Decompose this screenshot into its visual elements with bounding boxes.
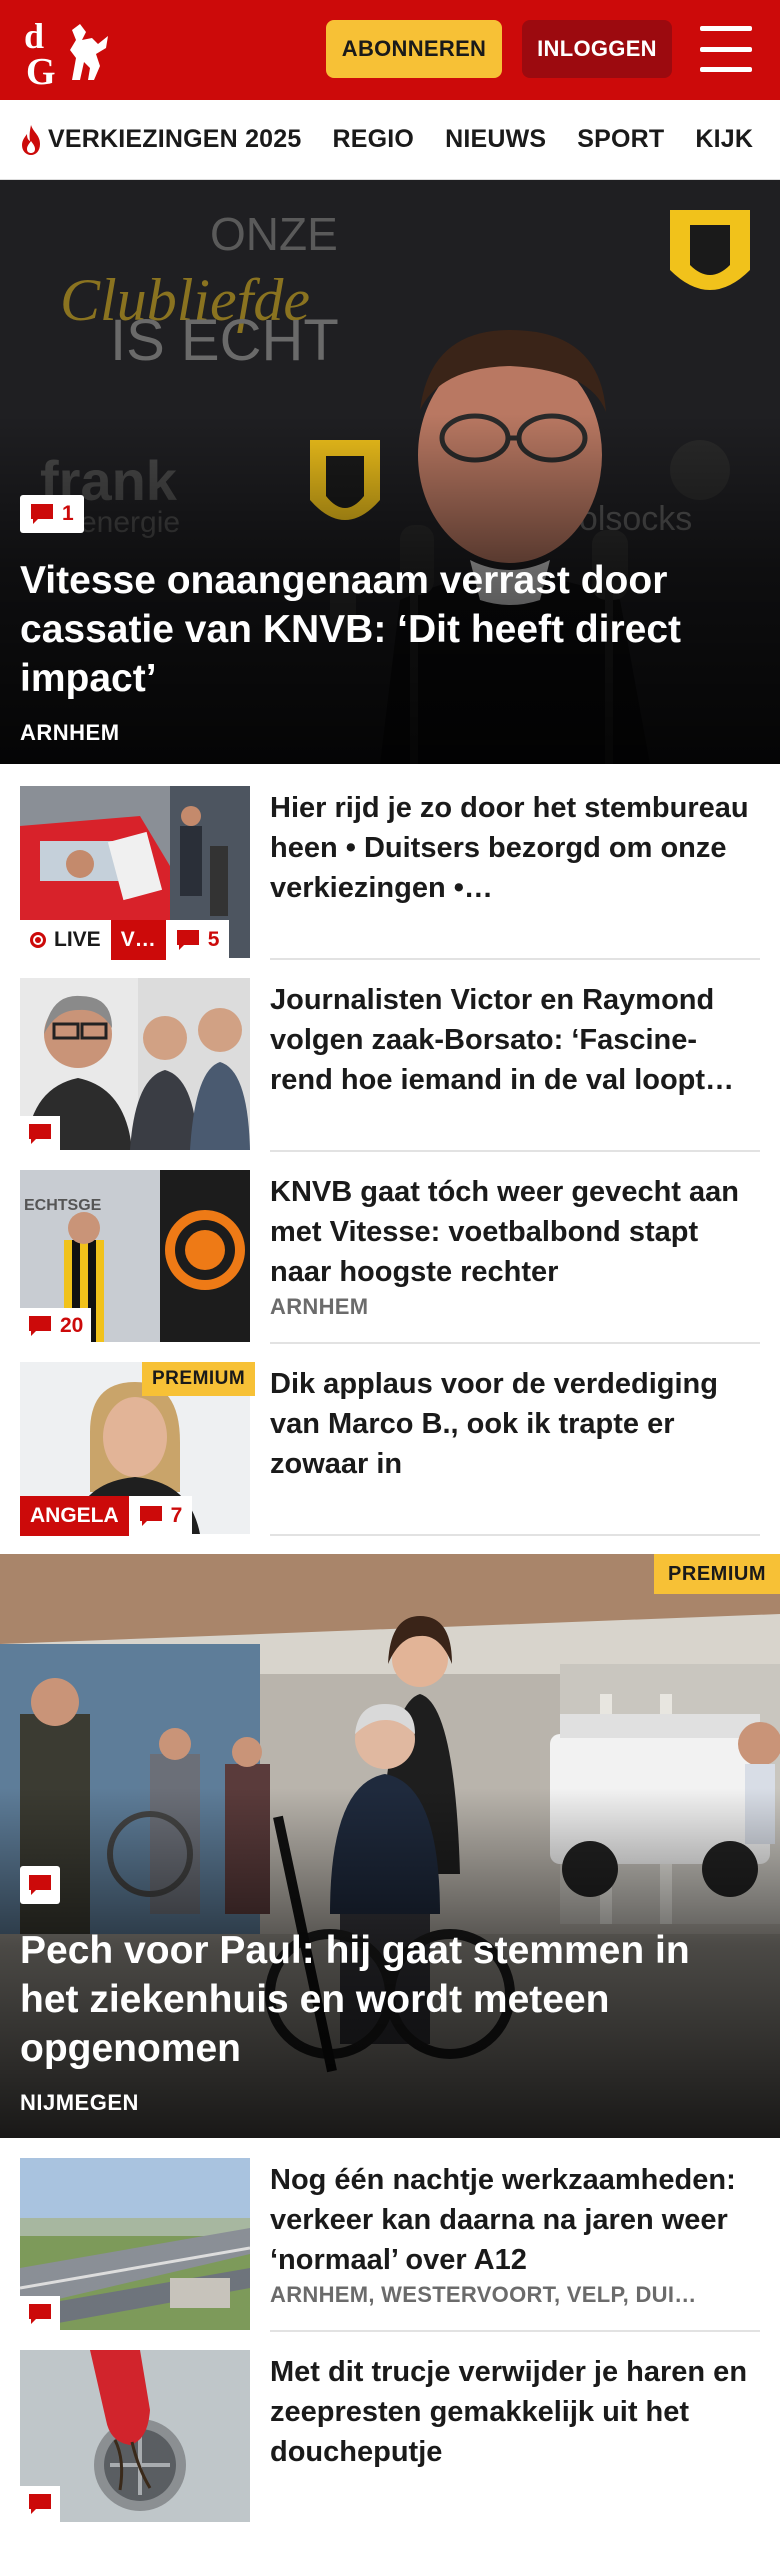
menu-icon[interactable] — [700, 26, 752, 72]
nav-item-kijk[interactable]: KIJK — [695, 125, 753, 154]
login-button[interactable]: INLOGGEN — [522, 20, 672, 78]
article-title[interactable]: Met dit trucje verwijder je haren en zee… — [270, 2352, 750, 2472]
comment-icon — [29, 1124, 51, 1144]
divider — [270, 1150, 760, 1152]
comment-number: 5 — [207, 928, 220, 951]
divider — [270, 958, 760, 960]
author-tag: ANGELA — [20, 1496, 129, 1536]
nav-item-verkiezingen[interactable]: VERKIEZINGEN 2025 — [18, 123, 302, 157]
live-tag-bar: LIVE V… 5 — [20, 920, 230, 960]
comment-icon — [29, 2494, 51, 2514]
hero-article[interactable]: ONZE Clubliefde IS ECHT frank energie oo… — [0, 180, 780, 764]
article-title[interactable]: Journalisten Victor en Raymond volgen za… — [270, 980, 750, 1100]
premium-badge: PREMIUM — [142, 1362, 256, 1396]
nav-item-sport[interactable]: SPORT — [577, 125, 664, 154]
nav-label: VERKIEZINGEN 2025 — [48, 125, 302, 153]
hero-title[interactable]: Pech voor Paul: hij gaat stemmen in het … — [20, 1926, 750, 2073]
top-bar: d G ABONNEREN INLOGGEN — [0, 0, 780, 100]
list-item[interactable]: ECHTSGE 20 KNVB gaat tóch weer gevecht a… — [20, 1170, 760, 1344]
logo[interactable]: d G — [22, 14, 118, 88]
hero-location: ARNHEM — [20, 720, 120, 745]
svg-text:G: G — [26, 51, 56, 88]
premium-badge: PREMIUM — [654, 1554, 780, 1594]
comment-count: 5 — [165, 920, 230, 960]
topic-tag: V… — [110, 920, 166, 960]
comment-number: 7 — [170, 1504, 183, 1527]
list-item[interactable]: PREMIUM ANGELA 7 Dik applaus voor de ver… — [20, 1362, 760, 1536]
svg-text:ECHTSGE: ECHTSGE — [24, 1197, 102, 1214]
comment-count: 20 — [20, 1308, 92, 1344]
comment-number: 1 — [62, 502, 74, 525]
backdrop-text: IS ECHT — [110, 308, 339, 373]
divider — [270, 1534, 760, 1536]
section-nav: VERKIEZINGEN 2025 REGIO NIEUWS SPORT KIJ… — [0, 100, 780, 180]
live-text: LIVE — [54, 928, 101, 951]
live-icon — [30, 932, 46, 948]
divider — [270, 2330, 760, 2332]
comment-icon — [139, 1506, 162, 1526]
live-label: LIVE — [20, 920, 111, 960]
author-tag-bar: ANGELA 7 — [20, 1496, 193, 1536]
article-title[interactable]: KNVB gaat tóch weer gevecht aan met Vite… — [270, 1172, 750, 1292]
nav-item-nieuws[interactable]: NIEUWS — [445, 125, 546, 154]
comment-count: 1 — [20, 495, 84, 533]
comment-number: 20 — [60, 1314, 84, 1337]
article-location: ARNHEM — [270, 1294, 369, 1319]
divider — [270, 1342, 760, 1344]
comment-icon — [29, 1875, 51, 1895]
comment-icon — [29, 2304, 51, 2324]
comment-icon — [29, 1316, 51, 1336]
comment-icon — [31, 504, 53, 524]
list-item[interactable]: LIVE V… 5 Hier rijd je zo door het stemb… — [20, 786, 760, 960]
list-item[interactable]: Met dit trucje verwijder je haren en zee… — [20, 2350, 760, 2522]
flame-icon — [22, 124, 40, 155]
article-title[interactable]: Nog één nachtje werkzaamhe­den: verkeer … — [270, 2160, 750, 2280]
comment-count — [20, 1866, 60, 1904]
hero-location: NIJMEGEN — [20, 2090, 139, 2115]
list-item[interactable]: Journalisten Victor en Raymond volgen za… — [20, 978, 760, 1152]
comment-count — [20, 2296, 60, 2332]
article-title[interactable]: Hier rijd je zo door het stembureau heen… — [270, 788, 750, 908]
article-title[interactable]: Dik applaus voor de verdediging van Marc… — [270, 1364, 750, 1484]
comment-count — [20, 2486, 60, 2522]
comment-count — [20, 1116, 60, 1152]
comment-icon — [176, 930, 199, 950]
comment-count: 7 — [128, 1496, 193, 1536]
svg-text:d: d — [24, 16, 44, 56]
article-location: ARNHEM, WESTERVOORT, VELP, DUI… — [270, 2282, 697, 2307]
backdrop-text: ONZE — [210, 208, 338, 260]
nav-item-regio[interactable]: REGIO — [333, 125, 415, 154]
hero-article[interactable]: PREMIUM Pech voor Paul: hij gaat stemmen… — [0, 1554, 780, 2138]
subscribe-button[interactable]: ABONNEREN — [326, 20, 502, 78]
hero-title[interactable]: Vitesse onaangenaam verrast door cassati… — [20, 556, 750, 703]
list-item[interactable]: Nog één nachtje werkzaamhe­den: verkeer … — [20, 2158, 760, 2332]
